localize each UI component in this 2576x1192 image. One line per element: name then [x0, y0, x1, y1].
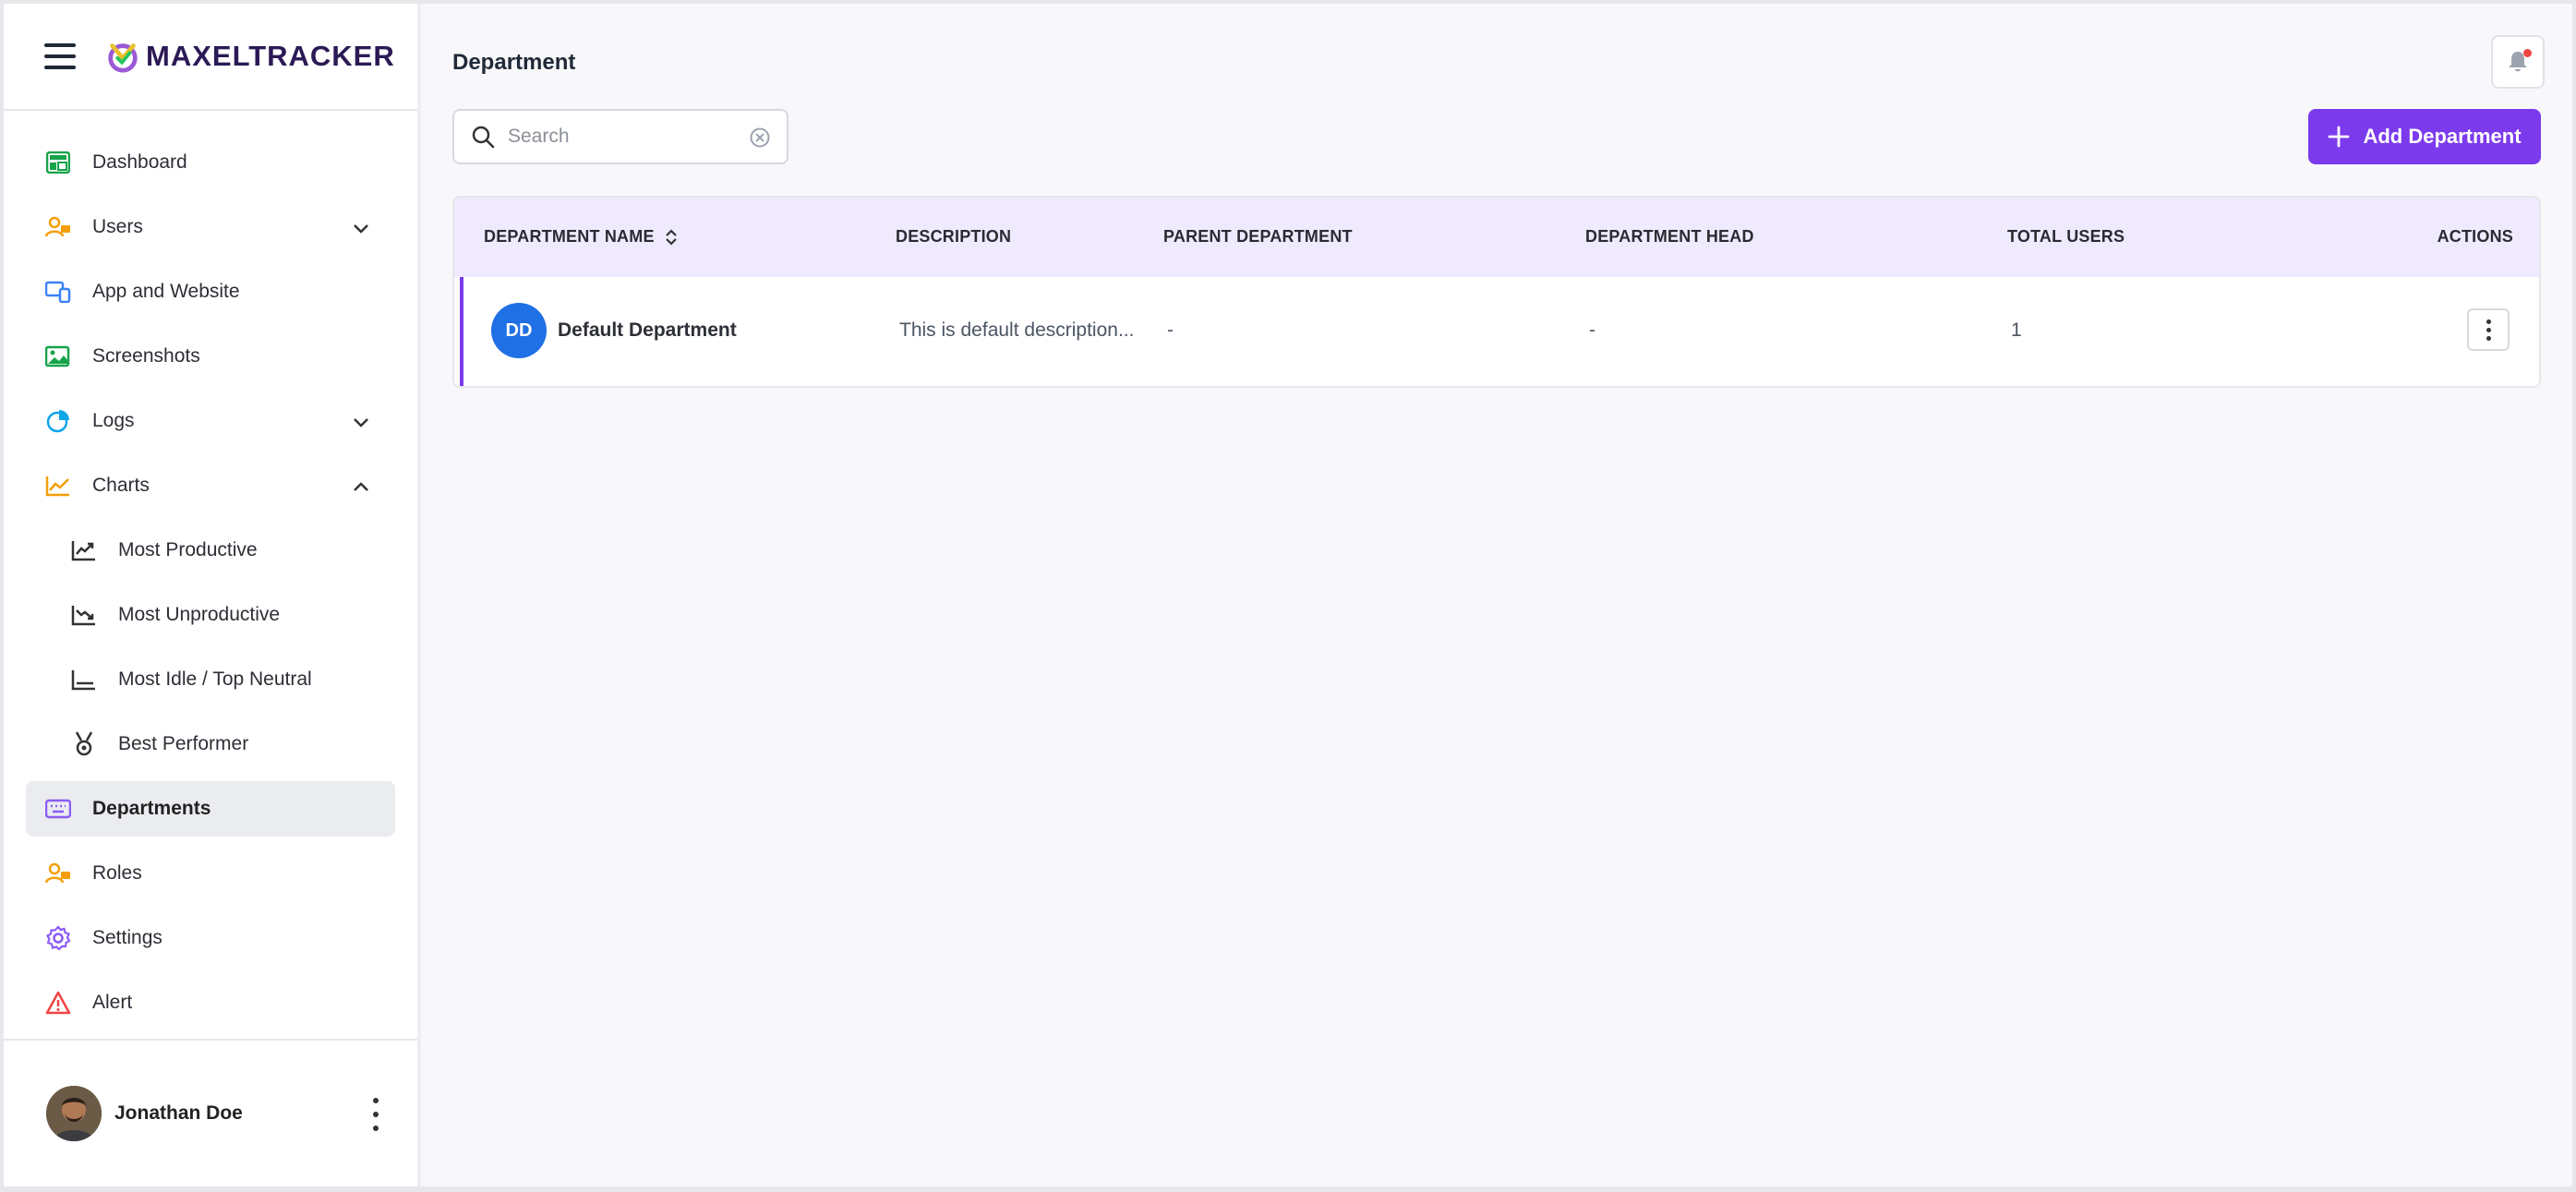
sidebar-item-label: Most Unproductive: [118, 604, 281, 625]
sidebar-item-label: Best Performer: [118, 733, 249, 754]
sidebar: MAXELTRACKER Dashboard Users App and Web…: [4, 4, 421, 1186]
sidebar-item-label: Screenshots: [92, 345, 200, 367]
logo-icon: [108, 43, 138, 73]
sidebar-item-label: Most Productive: [118, 539, 258, 560]
notifications-button[interactable]: [2491, 35, 2545, 89]
sidebar-item-most-unproductive[interactable]: Most Unproductive: [26, 587, 395, 643]
sidebar-item-label: Charts: [92, 475, 150, 496]
trending-down-icon: [70, 601, 98, 629]
sidebar-item-label: Departments: [92, 798, 211, 819]
notification-dot: [2523, 49, 2532, 57]
users-icon: [44, 213, 72, 241]
chevron-up-icon[interactable]: [351, 476, 371, 497]
column-header-total-users: TOTAL USERS: [2007, 227, 2125, 246]
sidebar-item-label: Users: [92, 216, 143, 237]
column-header-department-head: DEPARTMENT HEAD: [1585, 227, 1754, 246]
sidebar-item-label: App and Website: [92, 281, 240, 302]
dashboard-icon: [44, 149, 72, 176]
chevron-down-icon[interactable]: [351, 412, 371, 432]
sort-icon[interactable]: [665, 228, 678, 247]
sidebar-item-label: Most Idle / Top Neutral: [118, 668, 312, 690]
user-role-icon: [44, 860, 72, 887]
chevron-down-icon[interactable]: [351, 218, 371, 238]
total-users: 1: [2011, 319, 2022, 341]
user-name: Jonathan Doe: [114, 1102, 243, 1124]
sidebar-item-roles[interactable]: Roles: [26, 846, 395, 901]
add-department-label: Add Department: [2363, 125, 2522, 148]
department-description: This is default description...: [899, 319, 1135, 341]
devices-icon: [44, 278, 72, 306]
search-box[interactable]: [452, 109, 788, 164]
department-name[interactable]: Default Department: [558, 319, 737, 342]
add-department-button[interactable]: Add Department: [2308, 109, 2541, 164]
sidebar-item-most-idle[interactable]: Most Idle / Top Neutral: [26, 652, 395, 707]
sidebar-item-charts[interactable]: Charts: [26, 458, 395, 513]
main-content: Department Add Department DEPARTMENT NAM…: [421, 4, 2572, 1186]
medal-icon: [70, 730, 98, 758]
sidebar-item-dashboard[interactable]: Dashboard: [26, 135, 395, 190]
sidebar-item-label: Dashboard: [92, 151, 187, 173]
search-input[interactable]: [508, 126, 729, 148]
line-chart-icon: [44, 472, 72, 500]
more-options-icon[interactable]: [371, 1098, 380, 1131]
pie-chart-icon: [44, 407, 72, 435]
table-header: DEPARTMENT NAME DESCRIPTION PARENT DEPAR…: [454, 198, 2539, 277]
column-header-description: DESCRIPTION: [896, 227, 1012, 246]
user-profile[interactable]: Jonathan Doe: [4, 1039, 417, 1186]
department-initials-badge: DD: [491, 303, 547, 358]
sidebar-item-logs[interactable]: Logs: [26, 393, 395, 449]
parent-department: -: [1167, 319, 1174, 341]
department-head: -: [1589, 319, 1595, 341]
sidebar-item-screenshots[interactable]: Screenshots: [26, 329, 395, 384]
column-header-department-name[interactable]: DEPARTMENT NAME: [484, 227, 678, 247]
sidebar-item-alert[interactable]: Alert: [26, 975, 395, 1030]
sidebar-item-label: Logs: [92, 410, 135, 431]
plus-icon: [2329, 126, 2350, 148]
column-header-label: DEPARTMENT NAME: [484, 227, 655, 246]
gear-icon: [44, 924, 72, 952]
sidebar-item-app-and-website[interactable]: App and Website: [26, 264, 395, 319]
search-icon: [472, 126, 495, 149]
sidebar-nav: Dashboard Users App and Website Screensh…: [4, 111, 417, 1030]
sidebar-item-best-performer[interactable]: Best Performer: [26, 716, 395, 772]
logo[interactable]: MAXELTRACKER: [105, 39, 395, 74]
page-title: Department: [452, 50, 576, 75]
menu-icon[interactable]: [44, 43, 76, 69]
sidebar-item-label: Roles: [92, 862, 142, 884]
flat-chart-icon: [70, 666, 98, 693]
sidebar-item-label: Alert: [92, 992, 133, 1013]
avatar[interactable]: [46, 1086, 102, 1141]
column-header-actions: ACTIONS: [2437, 227, 2513, 246]
table-row[interactable]: DD Default Department This is default de…: [460, 277, 2539, 386]
warning-icon: [44, 989, 72, 1017]
sidebar-item-departments[interactable]: Departments: [26, 781, 395, 837]
sidebar-item-most-productive[interactable]: Most Productive: [26, 523, 395, 578]
keyboard-icon: [44, 795, 72, 823]
logo-text: MAXELTRACKER: [146, 40, 395, 72]
sidebar-item-label: Settings: [92, 927, 163, 948]
trending-up-icon: [70, 536, 98, 564]
departments-table: DEPARTMENT NAME DESCRIPTION PARENT DEPAR…: [452, 196, 2541, 388]
sidebar-item-users[interactable]: Users: [26, 199, 395, 255]
image-icon: [44, 343, 72, 370]
column-header-parent-department: PARENT DEPARTMENT: [1163, 227, 1353, 246]
row-actions-button[interactable]: [2467, 308, 2510, 351]
sidebar-header: MAXELTRACKER: [4, 4, 417, 111]
sidebar-item-settings[interactable]: Settings: [26, 910, 395, 966]
clear-icon[interactable]: [750, 127, 770, 148]
